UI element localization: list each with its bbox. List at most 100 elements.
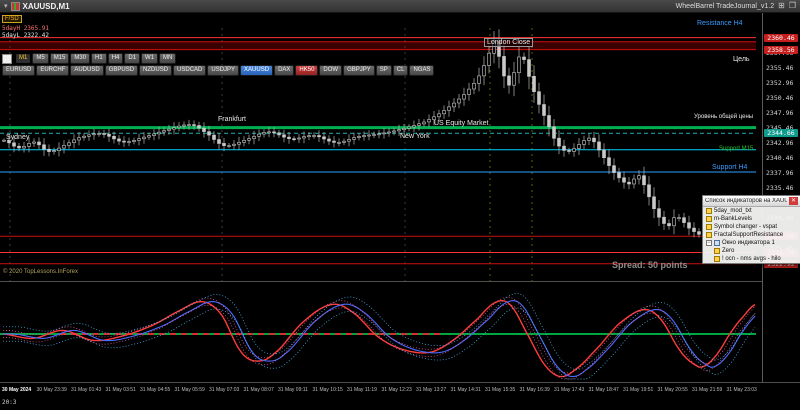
copyright-label: © 2020 TopLessons.InForex — [3, 269, 78, 275]
time-axis-label: 31 May 11:19 — [347, 387, 377, 393]
indicator-list-item[interactable]: m-BankLevels — [703, 215, 800, 223]
indicator-list-item[interactable]: FractalSupportResistance — [703, 231, 800, 239]
price-scale-label: 2355.46 — [766, 64, 793, 72]
price-scale-label: 2340.46 — [766, 154, 793, 162]
time-axis-label: 31 May 12:23 — [382, 387, 412, 393]
symbol-button-xauusd[interactable]: XAUUSD — [240, 65, 273, 76]
timeframe-button-m30[interactable]: M30 — [70, 53, 90, 64]
symbol-button-sp[interactable]: SP — [376, 65, 392, 76]
close-icon[interactable]: ✕ — [789, 197, 798, 205]
indicator-icon — [714, 248, 720, 254]
support-h4-label: Support H4 — [712, 164, 747, 171]
session-label: Frankfurt — [218, 116, 246, 123]
spread-label: Spread: 50 points — [612, 260, 688, 270]
indicator-icon — [706, 216, 712, 222]
ea-title: WheelBarrel TradeJournal_v1.2 — [676, 3, 774, 10]
time-axis-label: 31 May 18:47 — [589, 387, 619, 393]
indicator-icon — [706, 208, 712, 214]
time-axis[interactable]: 30 May 2024 30 May 23:39 31 May 01:43 31 Ma… — [0, 383, 762, 410]
indicator-list-dialog: Список индикаторов на XAUU ✕ 5day_mod_tx… — [702, 195, 800, 264]
session-label: London Close — [484, 38, 533, 47]
blank-swatch-button[interactable] — [2, 54, 12, 64]
timeframe-button-h1[interactable]: H1 — [91, 53, 107, 64]
price-scale-label: 2335.46 — [766, 184, 793, 192]
indicator-label: m-BankLevels — [714, 216, 752, 222]
indicator-dialog-title: Список индикаторов на XAUU — [705, 198, 787, 204]
symbol-toolbar: EURUSDEURCHFAUDUSDGBPUSDNZDUSDUSDCADUSDJ… — [2, 65, 434, 76]
timeframe-button-w1[interactable]: W1 — [141, 53, 158, 64]
time-axis-label: 30 May 2024 — [2, 387, 31, 393]
indicator-list-item[interactable]: ! ocn - nms avgs - hilo — [703, 255, 800, 263]
session-label: US Equity Market — [434, 120, 488, 127]
chart-title: XAUUSD,M1 — [23, 2, 70, 11]
symbol-button-eurusd[interactable]: EURUSD — [2, 65, 35, 76]
price-scale-label: 2350.46 — [766, 94, 793, 102]
indicator-list-item[interactable]: −Окно индикатора 1 — [703, 239, 800, 247]
five-day-high: 5dayH 2365.91 — [2, 25, 49, 32]
time-axis-label: 31 May 09:11 — [278, 387, 308, 393]
support-m15-label: Support M15 — [719, 146, 753, 152]
time-axis-label: 31 May 20:55 — [658, 387, 688, 393]
symbol-button-gbpusd[interactable]: GBPUSD — [105, 65, 138, 76]
price-scale-label: 2342.96 — [766, 139, 793, 147]
time-axis-label: 30 May 23:39 — [37, 387, 67, 393]
indicator-icon — [706, 224, 712, 230]
indicator-label: Zero — [722, 248, 734, 254]
chart-icon — [11, 2, 20, 11]
indicator-label: Symbol changer - vspat — [714, 224, 777, 230]
chart-titlebar: ▾ XAUUSD,M1 WheelBarrel TradeJournal_v1.… — [0, 0, 800, 13]
symbol-button-dow[interactable]: DOW — [319, 65, 342, 76]
price-level-badge: 2344.66 — [764, 129, 798, 137]
mt4-chart-window: ▾ XAUUSD,M1 WheelBarrel TradeJournal_v1.… — [0, 0, 800, 410]
timeframe-button-m15[interactable]: M15 — [50, 53, 70, 64]
indicator-list-item[interactable]: Symbol changer - vspat — [703, 223, 800, 231]
resistance-h4-label: Resistance H4 — [697, 20, 743, 27]
time-axis-label: 31 May 14:31 — [451, 387, 481, 393]
chevron-down-icon[interactable]: ▾ — [4, 3, 8, 10]
five-day-low: 5dayL 2322.42 — [2, 32, 49, 39]
time-axis-label: 31 May 21:59 — [692, 387, 722, 393]
tree-collapse-icon[interactable]: − — [706, 240, 712, 246]
time-axis-label: 31 May 05:59 — [175, 387, 205, 393]
time-axis-label: 31 May 23:03 — [727, 387, 757, 393]
window-restore-icon[interactable]: ❐ — [789, 2, 796, 10]
ea-settings-icon[interactable]: ⊞ — [778, 2, 785, 10]
symbol-button-audusd[interactable]: AUDUSD — [70, 65, 103, 76]
indicator-list-item[interactable]: Zero — [703, 247, 800, 255]
time-axis-label: 31 May 03:51 — [106, 387, 136, 393]
symbol-button-dax[interactable]: DAX — [274, 65, 294, 76]
indicator-label: 5day_mod_txt — [714, 208, 752, 214]
price-level-badge: 2358.56 — [764, 46, 798, 54]
price-scale-label: 2352.96 — [766, 79, 793, 87]
time-axis-label: 31 May 16:39 — [520, 387, 550, 393]
oscillator-chart[interactable] — [0, 282, 762, 382]
symbol-button-usdjpy[interactable]: USDJPY — [207, 65, 239, 76]
symbol-button-nzdusd[interactable]: NZDUSD — [139, 65, 172, 76]
timeframe-button-mn[interactable]: MN — [159, 53, 176, 64]
indicator-icon — [706, 232, 712, 238]
indicator-label: ! ocn - nms avgs - hilo — [722, 256, 781, 262]
price-scale-label: 2347.96 — [766, 109, 793, 117]
symbol-button-usdcad[interactable]: USDCAD — [173, 65, 206, 76]
symbol-button-ngas[interactable]: NGAS — [409, 65, 434, 76]
indicator-icon — [714, 256, 720, 262]
panel-divider[interactable] — [0, 281, 800, 282]
common-price-label: Уровень общей цены — [694, 114, 753, 120]
session-label: New York — [400, 133, 430, 140]
time-axis-label: 31 May 04:55 — [140, 387, 170, 393]
session-label: Sydney — [6, 134, 29, 141]
price-level-badge: 2360.46 — [764, 34, 798, 42]
time-axis-label: 31 May 10:15 — [313, 387, 343, 393]
indicator-list-item[interactable]: 5day_mod_txt — [703, 207, 800, 215]
fsd-badge[interactable]: F/SD — [2, 15, 22, 23]
timeframe-button-m5[interactable]: M5 — [32, 53, 48, 64]
timeframe-button-m1[interactable]: M1 — [15, 53, 31, 64]
timeframe-button-d1[interactable]: D1 — [124, 53, 140, 64]
symbol-button-cl[interactable]: CL — [393, 65, 409, 76]
symbol-button-hk50[interactable]: HK50 — [295, 65, 318, 76]
time-axis-label: 31 May 01:43 — [71, 387, 101, 393]
symbol-button-gbpjpy[interactable]: GBPJPY — [343, 65, 375, 76]
symbol-button-eurchf[interactable]: EURCHF — [36, 65, 69, 76]
timeframe-button-h4[interactable]: H4 — [108, 53, 124, 64]
indicator-dialog-titlebar[interactable]: Список индикаторов на XAUU ✕ — [703, 196, 800, 207]
